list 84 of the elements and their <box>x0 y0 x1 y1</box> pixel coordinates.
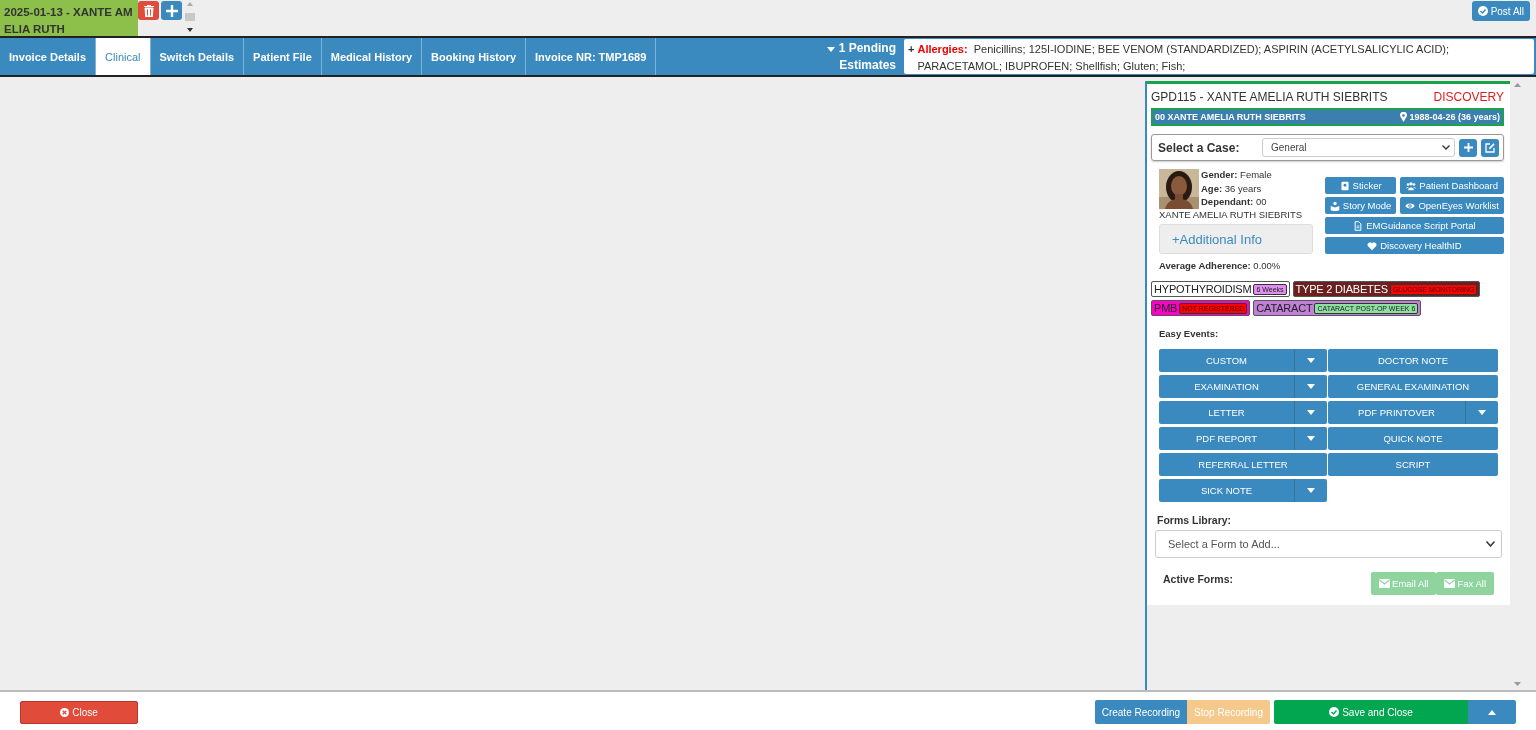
tab[interactable]: Medical History <box>321 38 423 75</box>
event-button[interactable]: EXAMINATION <box>1159 375 1327 398</box>
event-button[interactable]: SCRIPT <box>1328 453 1498 476</box>
event-button[interactable]: PDF PRINTOVER <box>1328 401 1498 424</box>
plus-icon <box>1463 143 1473 152</box>
location-pin-icon <box>1400 112 1408 122</box>
easy-events-label: Easy Events: <box>1159 328 1220 339</box>
document-icon <box>1353 220 1364 231</box>
envelope-icon <box>1379 579 1391 588</box>
scrollbar-thumb[interactable] <box>185 13 195 21</box>
patient-detail: Dependant: 00 <box>1201 195 1268 209</box>
caret-icon <box>827 46 836 52</box>
caret-icon <box>1307 358 1315 363</box>
create-recording-button[interactable]: Create Recording <box>1094 700 1188 724</box>
contact-card-icon <box>1339 180 1350 191</box>
action-button[interactable]: OpenEyes Worklist <box>1400 197 1504 214</box>
condition-name: TYPE 2 DIABETES <box>1295 283 1388 295</box>
condition-name: CATARACT <box>1256 302 1313 314</box>
close-circle-icon <box>60 707 70 717</box>
add-case-button[interactable] <box>1459 138 1477 157</box>
envelope-icon <box>1444 579 1456 588</box>
heart-icon <box>1367 240 1378 251</box>
edit-icon <box>1485 142 1495 153</box>
action-button[interactable]: Discovery HealthID <box>1324 237 1504 254</box>
additional-info-button[interactable]: +Additional Info <box>1159 224 1313 254</box>
tab[interactable]: Booking History <box>422 38 527 75</box>
pending-estimates-toggle[interactable]: 1 Pending Estimates <box>824 38 904 75</box>
banner-name: 00 XANTE AMELIA RUTH SIEBRITS <box>1155 112 1306 122</box>
forms-library-label: Forms Library: <box>1157 514 1233 526</box>
post-all-button[interactable]: Post All <box>1471 1 1530 21</box>
check-icon <box>1477 6 1488 16</box>
medical-scheme: DISCOVERY <box>1433 90 1504 104</box>
users-icon <box>1406 180 1417 191</box>
case-dropdown[interactable]: General <box>1262 138 1455 157</box>
tab[interactable]: Clinical <box>96 38 151 75</box>
caret-icon <box>1488 709 1496 715</box>
patient-name: XANTE AMELIA RUTH SIEBRITS <box>1159 209 1304 220</box>
caret-icon <box>1307 410 1315 415</box>
caret-icon <box>1478 410 1486 415</box>
tab[interactable]: Patient File <box>244 38 322 75</box>
reader-icon <box>1329 200 1340 211</box>
close-button[interactable]: Close <box>20 700 138 724</box>
allergies-text: Allergies: Penicillins; 125I-IODINE; BEE VENOM (STANDARDIZED); ASPIRIN (ACETYLSALICYLIC ACID); PARACETAMOL; IBUPROFEN; Shellfish; Gluten; Fish; <box>917 42 1451 72</box>
action-button[interactable]: Story Mode <box>1324 197 1397 214</box>
event-button[interactable]: PDF REPORT <box>1159 427 1327 450</box>
scroll-up-icon[interactable] <box>187 2 193 6</box>
event-button[interactable]: CUSTOM <box>1159 349 1327 372</box>
chevron-icon <box>1486 541 1495 547</box>
edit-case-button[interactable] <box>1481 138 1499 157</box>
patient-title: GPD115 - XANTE AMELIA RUTH SIEBRITS <box>1151 90 1388 104</box>
date-of-birth: 1988-04-26 (36 years) <box>1409 112 1500 122</box>
expand-toggle[interactable]: + <box>908 41 915 72</box>
active-forms-label: Active Forms: <box>1163 572 1235 585</box>
condition-name: PMB <box>1154 302 1178 314</box>
plus-icon <box>165 4 178 17</box>
action-button[interactable]: Patient Dashboard <box>1400 177 1504 194</box>
caret-icon <box>1307 436 1315 441</box>
event-button[interactable]: REFERRAL LETTER <box>1159 453 1327 476</box>
average-adherence: Average Adherence: 0.00% <box>1159 260 1282 271</box>
delete-button[interactable] <box>138 1 159 20</box>
add-button[interactable] <box>161 1 182 20</box>
save-and-close-button[interactable]: Save and Close <box>1274 700 1468 724</box>
tab[interactable]: Switch Details <box>150 38 245 75</box>
form-dropdown[interactable]: Select a Form to Add... <box>1155 530 1502 558</box>
chevron-icon <box>1442 145 1450 150</box>
patient-detail: Gender: Female <box>1201 168 1272 182</box>
tab[interactable]: Invoice NR: TMP1689 <box>526 38 657 75</box>
event-button[interactable]: LETTER <box>1159 401 1327 424</box>
check-icon <box>1329 707 1340 717</box>
condition-name: HYPOTHYROIDISM <box>1154 283 1252 295</box>
case-label: Select a Case: <box>1158 140 1241 155</box>
action-button[interactable]: EMGuidance Script Portal <box>1324 217 1504 234</box>
event-button[interactable]: GENERAL EXAMINATION <box>1328 375 1498 398</box>
event-button[interactable]: DOCTOR NOTE <box>1328 349 1498 372</box>
event-button[interactable]: QUICK NOTE <box>1328 427 1498 450</box>
event-button[interactable]: SICK NOTE <box>1159 479 1327 502</box>
invoice-tab[interactable]: 2025-01-13 - XANTE AMELIA RUTH <box>0 0 138 36</box>
action-button[interactable]: Sticker <box>1324 177 1397 194</box>
scroll-up-icon[interactable] <box>1513 83 1521 87</box>
caret-icon <box>1307 384 1315 389</box>
trash-icon <box>143 4 154 17</box>
caret-icon <box>1307 488 1315 493</box>
patient-detail: Age: 36 years <box>1201 181 1263 195</box>
scroll-down-icon[interactable] <box>187 28 193 32</box>
